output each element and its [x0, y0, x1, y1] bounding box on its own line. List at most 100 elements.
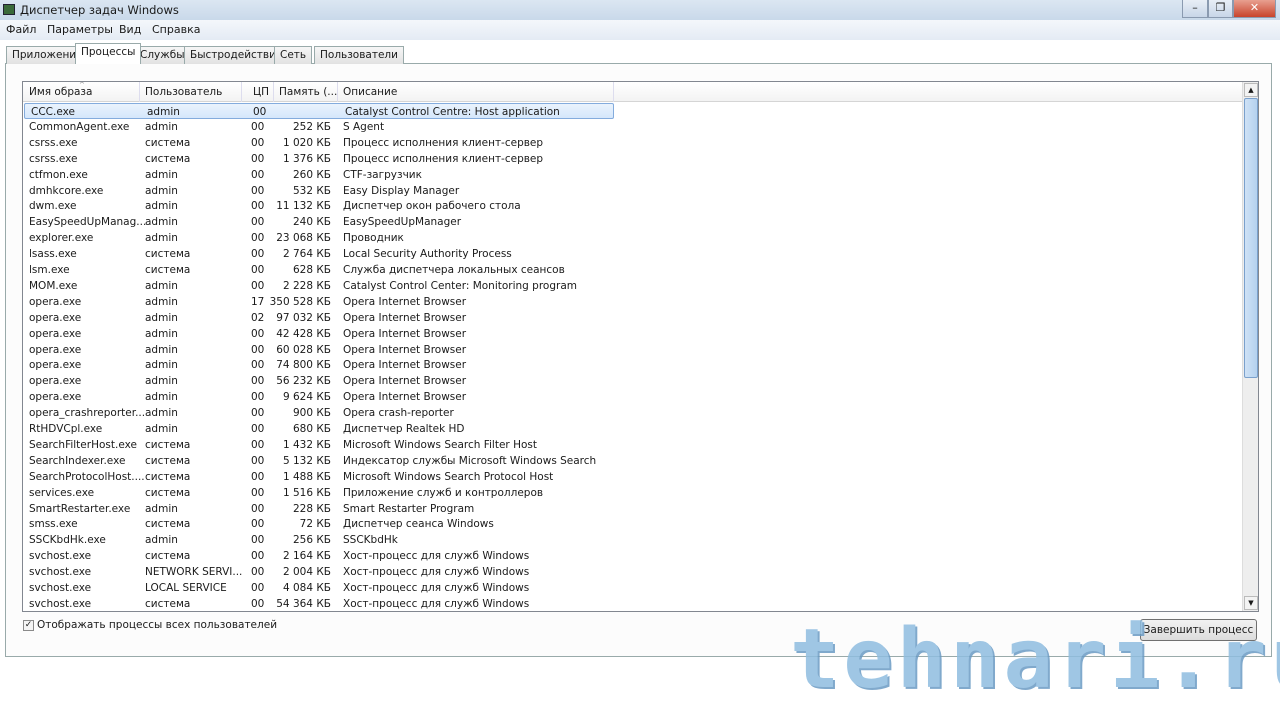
table-row[interactable]: csrss.exe система 00 1 376 КБ Процесс исполн… — [23, 151, 1243, 167]
process-memory: 2 004 КБ — [282, 566, 331, 579]
table-row[interactable]: smss.exe система 00 72 КБ Диспетчер сеанса W… — [23, 516, 1243, 532]
tab-users[interactable]: Пользователи — [314, 46, 404, 64]
process-cpu: 00 — [251, 120, 265, 133]
process-user: admin — [145, 311, 178, 324]
process-description: Диспетчер сеанса Windows — [343, 518, 494, 531]
process-user: admin — [145, 375, 178, 388]
show-all-processes-checkbox[interactable]: ✓ — [23, 620, 34, 631]
table-row[interactable]: MOM.exe admin 00 2 228 КБ Catalyst Control C… — [23, 278, 1243, 294]
process-name: SmartRestarter.exe — [29, 502, 131, 515]
process-memory: 56 232 КБ — [276, 375, 331, 388]
menu-file[interactable]: Файл — [6, 23, 36, 36]
table-row[interactable]: opera_crashreporter... admin 00 900 КБ Opera… — [23, 405, 1243, 421]
table-row[interactable]: svchost.exe система 00 2 164 КБ Хост-процесс… — [23, 548, 1243, 564]
process-memory: 9 624 КБ — [282, 391, 331, 404]
table-row[interactable]: opera.exe admin 00 56 232 КБ Opera Internet … — [23, 373, 1243, 389]
process-memory: 11 132 КБ — [276, 200, 331, 213]
table-row[interactable]: SearchIndexer.exe система 00 5 132 КБ Индекс… — [23, 453, 1243, 469]
process-name: opera_crashreporter... — [29, 407, 146, 420]
table-row[interactable]: lsm.exe система 00 628 КБ Служба диспетчера … — [23, 262, 1243, 278]
process-memory: 2 228 КБ — [282, 279, 331, 292]
process-name: opera.exe — [29, 391, 82, 404]
close-button[interactable]: ✕ — [1233, 0, 1276, 18]
process-description: CTF-загрузчик — [343, 168, 422, 181]
table-row[interactable]: SearchProtocolHost.... система 00 1 488 КБ M… — [23, 469, 1243, 485]
table-row[interactable]: CCC.exeadmin009 504 КБCatalyst Control C… — [24, 103, 614, 119]
process-cpu: 00 — [251, 438, 265, 451]
table-row[interactable]: svchost.exe NETWORK SERVI... 00 2 004 КБ Хос… — [23, 564, 1243, 580]
process-user: admin — [145, 343, 178, 356]
table-row[interactable]: opera.exe admin 00 74 800 КБ Opera Internet … — [23, 357, 1243, 373]
process-name: CCC.exe — [31, 106, 75, 118]
table-row[interactable]: svchost.exe система 00 54 364 КБ Хост-процес… — [23, 596, 1243, 611]
process-cpu: 00 — [251, 550, 265, 563]
process-user: admin — [145, 216, 178, 229]
table-row[interactable]: lsass.exe система 00 2 764 КБ Local Security… — [23, 246, 1243, 262]
table-row[interactable]: opera.exe admin 00 9 624 КБ Opera Internet B… — [23, 389, 1243, 405]
table-row[interactable]: dmhkcore.exe admin 00 532 КБ Easy Display Ma… — [23, 183, 1243, 199]
table-row[interactable]: opera.exe admin 02 97 032 КБ Opera Internet … — [23, 310, 1243, 326]
column-memory[interactable]: Память (... — [279, 86, 337, 98]
process-list[interactable]: Имя образа ^ Пользователь ЦП Память (...… — [22, 81, 1259, 612]
tab-processes[interactable]: Процессы — [75, 43, 142, 64]
process-user: admin — [145, 407, 178, 420]
table-row[interactable]: EasySpeedUpManag... admin 00 240 КБ EasySpee… — [23, 214, 1243, 230]
process-memory: 72 КБ — [299, 518, 331, 531]
process-user: admin — [145, 279, 178, 292]
table-row[interactable]: ctfmon.exe admin 00 260 КБ CTF-загрузчик — [23, 167, 1243, 183]
process-memory: 256 КБ — [292, 534, 331, 547]
window-title: Диспетчер задач Windows — [20, 3, 179, 17]
tab-services[interactable]: Службы — [134, 46, 191, 64]
process-description: Проводник — [343, 232, 404, 245]
table-row[interactable]: dwm.exe admin 00 11 132 КБ Диспетчер окон ра… — [23, 198, 1243, 214]
table-row[interactable]: explorer.exe admin 00 23 068 КБ Проводник — [23, 230, 1243, 246]
process-memory: 2 764 КБ — [282, 248, 331, 261]
column-description[interactable]: Описание — [343, 86, 397, 98]
process-user: admin — [145, 120, 178, 133]
process-cpu: 00 — [251, 152, 265, 165]
table-row[interactable]: opera.exe admin 00 42 428 КБ Opera Internet … — [23, 326, 1243, 342]
process-user: система — [145, 486, 191, 499]
process-user: система — [145, 470, 191, 483]
table-row[interactable]: CommonAgent.exe admin 00 252 КБ S Agent — [23, 119, 1243, 135]
process-description: Local Security Authority Process — [343, 248, 512, 261]
process-cpu: 00 — [251, 486, 265, 499]
process-memory: 4 084 КБ — [282, 582, 331, 594]
minimize-button[interactable]: – — [1182, 0, 1208, 18]
process-description: Easy Display Manager — [343, 184, 460, 197]
column-cpu[interactable]: ЦП — [253, 86, 269, 98]
table-row[interactable]: opera.exe admin 17 350 528 КБ Opera Internet… — [23, 294, 1243, 310]
restore-button[interactable]: ❐ — [1208, 0, 1233, 18]
process-cpu: 00 — [251, 327, 265, 340]
table-row[interactable]: RtHDVCpl.exe admin 00 680 КБ Диспетчер Realt… — [23, 421, 1243, 437]
table-row[interactable]: SmartRestarter.exe admin 00 228 КБ Smart Res… — [23, 501, 1243, 517]
vertical-scrollbar[interactable]: ▲ ▼ — [1242, 82, 1258, 611]
process-memory: 680 КБ — [292, 423, 331, 435]
menu-help[interactable]: Справка — [152, 23, 200, 36]
table-row[interactable]: csrss.exe система 00 1 020 КБ Процесс исполн… — [23, 135, 1243, 151]
tab-network[interactable]: Сеть — [274, 46, 313, 64]
table-row[interactable]: services.exe система 00 1 516 КБ Приложение … — [23, 485, 1243, 501]
process-memory: 1 020 КБ — [282, 136, 331, 149]
process-name: smss.exe — [29, 518, 78, 531]
process-description: Диспетчер Realtek HD — [343, 423, 465, 435]
scrollbar-thumb[interactable] — [1244, 98, 1258, 378]
process-name: svchost.exe — [29, 550, 92, 563]
table-row[interactable]: SSCKbdHk.exe admin 00 256 КБ SSCKbdHk — [23, 532, 1243, 548]
column-user[interactable]: Пользователь — [145, 86, 222, 98]
process-user: система — [145, 152, 191, 165]
table-row[interactable]: opera.exe admin 00 60 028 КБ Opera Internet … — [23, 342, 1243, 358]
menu-options[interactable]: Параметры — [47, 23, 113, 36]
menu-view[interactable]: Вид — [119, 23, 141, 36]
table-row[interactable]: SearchFilterHost.exe система 00 1 432 КБ Mic… — [23, 437, 1243, 453]
process-description: Opera Internet Browser — [343, 295, 467, 308]
scroll-down-arrow-icon[interactable]: ▼ — [1244, 596, 1258, 610]
process-name: csrss.exe — [29, 136, 78, 149]
tab-performance[interactable]: Быстродействие — [184, 46, 289, 64]
process-description: Индексатор службы Microsoft Windows Sear… — [343, 454, 597, 467]
scroll-up-arrow-icon[interactable]: ▲ — [1244, 83, 1258, 97]
table-row[interactable]: svchost.exe LOCAL SERVICE 00 4 084 КБ Хост-п… — [23, 580, 1243, 596]
process-memory: 5 132 КБ — [282, 454, 331, 467]
process-user: система — [145, 248, 191, 261]
process-name: svchost.exe — [29, 566, 92, 579]
